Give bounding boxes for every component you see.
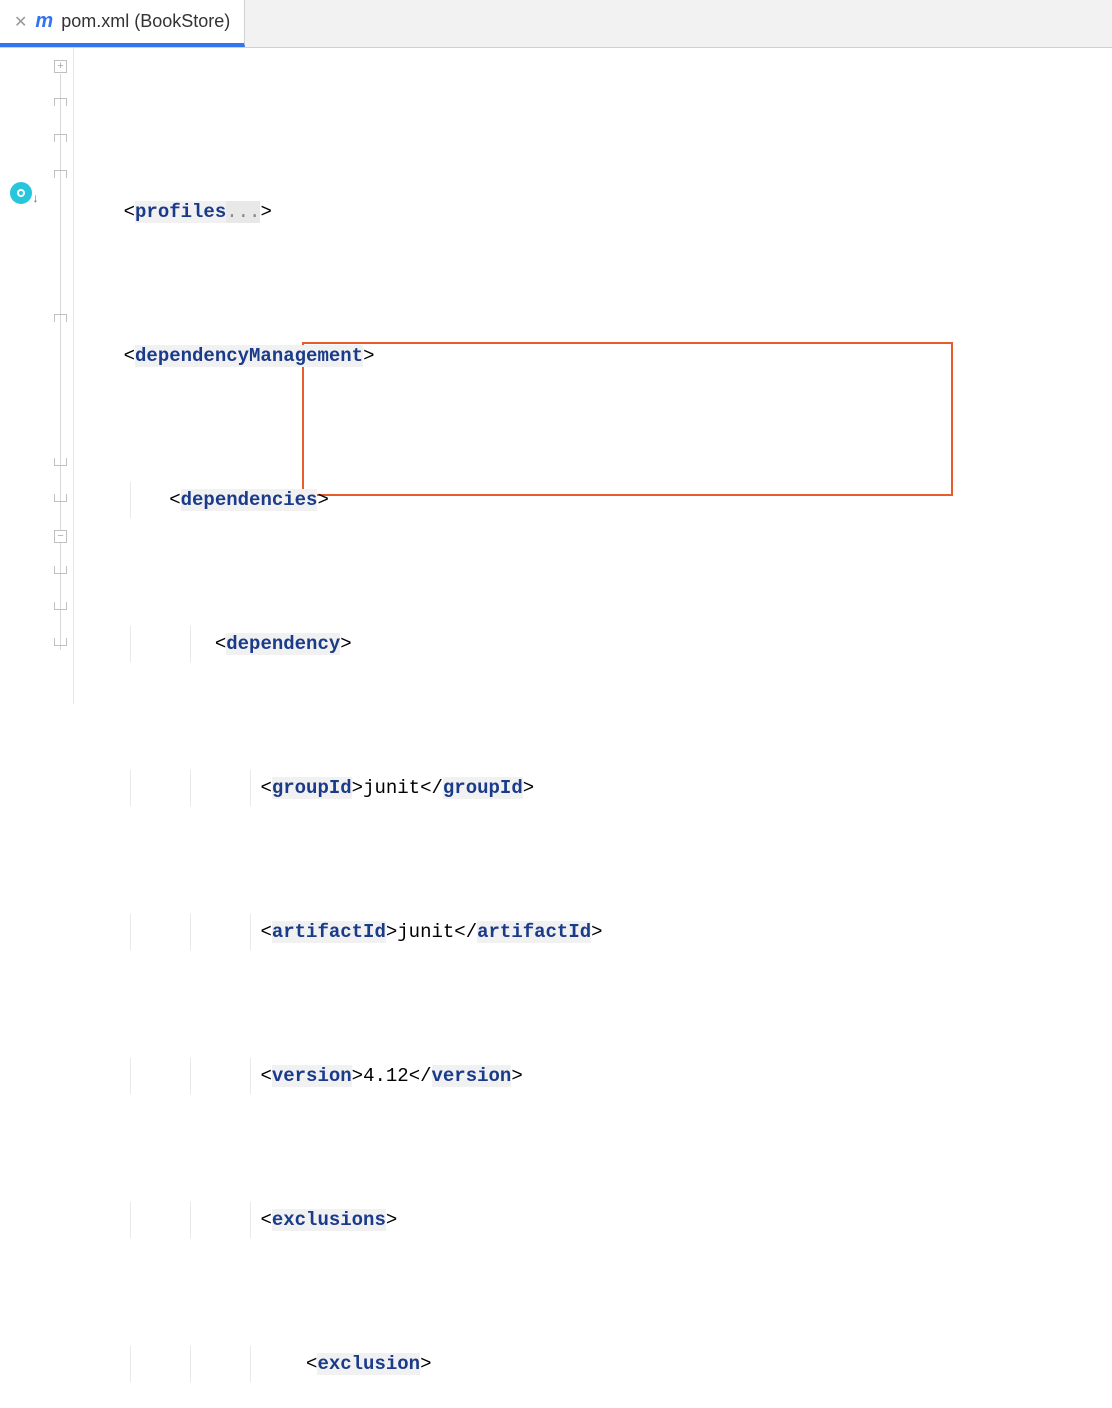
fold-start-icon[interactable] (54, 98, 67, 106)
editor-area: + − <profiles...> <dependencyManagement>… (0, 48, 1112, 704)
tab-bar: ✕ m pom.xml (BookStore) (0, 0, 1112, 48)
code-line[interactable]: <version>4.12</version> (74, 1058, 1112, 1094)
close-icon[interactable]: ✕ (14, 12, 27, 32)
fold-end-icon[interactable] (54, 494, 67, 502)
tab-title: pom.xml (BookStore) (61, 11, 230, 32)
code-line[interactable]: <dependencyManagement> (74, 338, 1112, 374)
fold-gutter: + − (48, 48, 74, 704)
fold-start-icon[interactable] (54, 170, 67, 178)
code-content[interactable]: <profiles...> <dependencyManagement> <de… (74, 48, 1112, 704)
fold-start-icon[interactable] (54, 134, 67, 142)
editor-tab-pom[interactable]: ✕ m pom.xml (BookStore) (0, 0, 245, 47)
fold-end-icon[interactable] (54, 458, 67, 466)
code-line[interactable]: <artifactId>junit</artifactId> (74, 914, 1112, 950)
code-line[interactable]: <dependency> (74, 626, 1112, 662)
icon-gutter (0, 48, 48, 704)
folded-region[interactable]: ... (226, 201, 260, 223)
fold-end-icon[interactable] (54, 566, 67, 574)
maven-file-icon: m (35, 10, 53, 33)
fold-expand-icon[interactable]: + (54, 60, 67, 73)
fold-start-icon[interactable] (54, 314, 67, 322)
code-line[interactable]: <exclusions> (74, 1202, 1112, 1238)
fold-collapse-icon[interactable]: − (54, 530, 67, 543)
fold-end-icon[interactable] (54, 638, 67, 646)
fold-end-icon[interactable] (54, 602, 67, 610)
code-line[interactable]: <dependencies> (74, 482, 1112, 518)
code-line[interactable]: <groupId>junit</groupId> (74, 770, 1112, 806)
code-line[interactable]: <profiles...> (74, 194, 1112, 230)
override-gutter-icon[interactable] (10, 182, 32, 204)
code-line[interactable]: <exclusion> (74, 1346, 1112, 1382)
